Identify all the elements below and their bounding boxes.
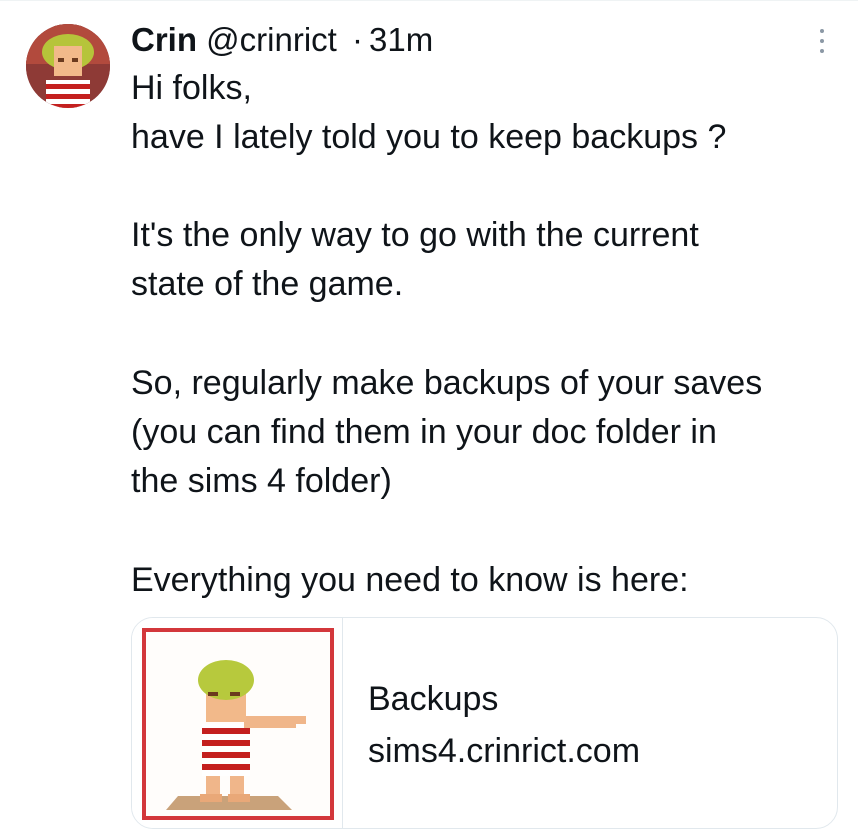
more-options-icon[interactable] bbox=[808, 24, 836, 58]
author-name[interactable]: Crin bbox=[131, 21, 197, 58]
tweet-header: Crin @crinrict · 31m bbox=[131, 18, 433, 62]
author-handle[interactable]: @crinrict bbox=[206, 21, 337, 58]
header-separator: · bbox=[352, 21, 364, 58]
tweet-text-line: the sims 4 folder) bbox=[131, 462, 392, 500]
link-card-domain[interactable]: sims4.crinrict.com bbox=[368, 728, 640, 774]
author-avatar[interactable] bbox=[26, 24, 110, 108]
tweet-text-line: Everything you need to know is here: bbox=[131, 561, 689, 599]
thumbnail-frame bbox=[142, 628, 334, 820]
link-thumbnail bbox=[132, 618, 343, 828]
tweet-text-line: Hi folks, bbox=[131, 69, 252, 107]
pixel-character-avatar-icon bbox=[26, 24, 110, 108]
top-divider bbox=[0, 0, 858, 1]
tweet-text-line: have I lately told you to keep backups ? bbox=[131, 118, 727, 156]
pixel-character-thumbnail bbox=[166, 660, 306, 810]
tweet-timestamp[interactable]: 31m bbox=[369, 21, 433, 58]
tweet-text-line: It's the only way to go with the current bbox=[131, 216, 699, 254]
link-card-title[interactable]: Backups bbox=[368, 676, 498, 722]
tweet-text-line: (you can find them in your doc folder in bbox=[131, 413, 717, 451]
link-preview-card[interactable]: Backups sims4.crinrict.com bbox=[131, 617, 838, 829]
tweet-text-line: So, regularly make backups of your saves bbox=[131, 364, 763, 402]
tweet-text-line: state of the game. bbox=[131, 265, 404, 303]
